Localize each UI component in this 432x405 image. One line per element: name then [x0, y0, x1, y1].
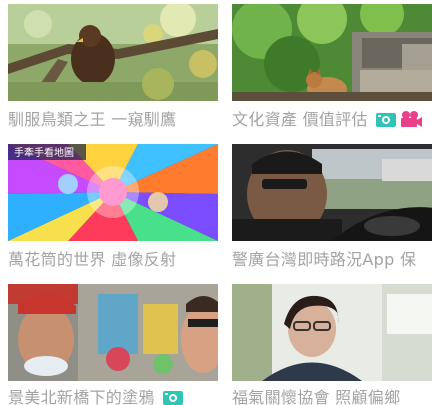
video-thumbnail[interactable] — [232, 144, 432, 241]
video-title[interactable]: 警廣台灣即時路況App 保 — [232, 248, 432, 272]
video-title-text: 福氣關懷協會 照顧偏鄉 — [232, 388, 401, 405]
video-title[interactable]: 文化資產 價值評估 — [232, 108, 432, 132]
video-title[interactable]: 福氣關懷協會 照顧偏鄉 — [232, 386, 432, 405]
video-thumbnail[interactable] — [232, 284, 432, 381]
video-thumbnail[interactable] — [8, 284, 218, 381]
video-card[interactable]: 福氣關懷協會 照顧偏鄉 — [232, 284, 432, 405]
video-title-text: 警廣台灣即時路況App 保 — [232, 250, 417, 269]
video-thumbnail[interactable]: 手牽手看地圖 — [8, 144, 218, 241]
photo-icon — [162, 389, 184, 405]
channel-logo-text: 手牽手看地圖 — [14, 146, 74, 159]
video-card[interactable]: 警廣台灣即時路況App 保 — [232, 144, 432, 276]
video-camera-icon — [399, 110, 423, 132]
video-title-text: 景美北新橋下的塗鴉 — [8, 388, 155, 405]
video-title-text: 文化資產 價值評估 — [232, 110, 368, 129]
video-card[interactable]: 景美北新橋下的塗鴉 — [8, 284, 218, 405]
video-thumbnail[interactable] — [8, 4, 218, 101]
video-grid: 馴服鳥類之王 一窺馴鷹 文化資產 價值評估 手牽手看地圖 萬花筒的世界 虛像反射… — [0, 0, 432, 405]
video-title-text: 馴服鳥類之王 一窺馴鷹 — [8, 110, 177, 129]
video-title[interactable]: 馴服鳥類之王 一窺馴鷹 — [8, 108, 218, 132]
video-thumbnail[interactable] — [232, 4, 432, 101]
photo-icon — [375, 111, 397, 132]
video-title-text: 萬花筒的世界 虛像反射 — [8, 250, 177, 269]
video-title[interactable]: 景美北新橋下的塗鴉 — [8, 386, 218, 405]
video-title[interactable]: 萬花筒的世界 虛像反射 — [8, 248, 218, 272]
video-card[interactable]: 手牽手看地圖 萬花筒的世界 虛像反射 — [8, 144, 218, 276]
video-card[interactable]: 文化資產 價值評估 — [232, 4, 432, 136]
video-card[interactable]: 馴服鳥類之王 一窺馴鷹 — [8, 4, 218, 136]
